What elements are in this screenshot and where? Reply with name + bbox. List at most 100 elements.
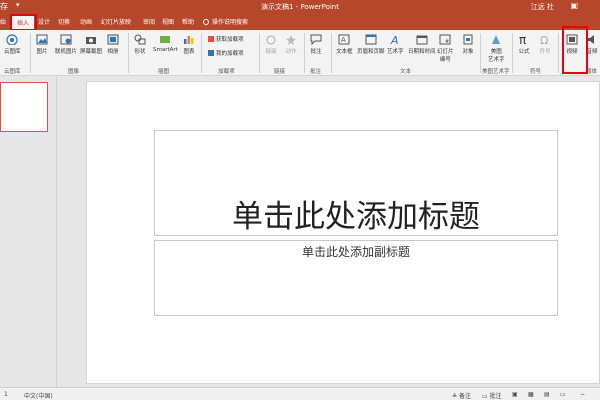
slide-counter: 1	[4, 391, 8, 398]
object-button[interactable]: 对象	[462, 34, 474, 55]
zoom-out-icon[interactable]: −	[580, 391, 585, 398]
wordart-icon: A	[390, 34, 399, 45]
slide-thumbnail[interactable]	[0, 82, 48, 132]
separator	[128, 33, 129, 73]
get-addins-button[interactable]: 获取加载项	[208, 35, 244, 43]
my-addins-label: 我的加载项	[216, 51, 244, 57]
slide-number-label-2: 编号	[439, 57, 451, 63]
status-bar: 1 中文(中国) ≙ 备注 ▭ 批注 ▣ ▦ ▤ ▭ −	[0, 387, 600, 400]
textbox-button[interactable]: A 文本框	[336, 34, 353, 55]
group-images: 图像	[68, 69, 80, 75]
tell-me-search[interactable]: 操作说明搜索	[203, 17, 248, 26]
ribbon-insert: 云图库 云图库 图片 联机图片 屏幕截图 相册 图像 形状 SmartArt 图…	[0, 30, 600, 76]
title-placeholder[interactable]: 单击此处添加标题	[154, 130, 558, 236]
notes-button[interactable]: ≙ 备注	[452, 391, 471, 400]
tab-transitions[interactable]: 切换	[58, 17, 70, 26]
group-addins: 加载项	[218, 69, 235, 75]
album-icon	[107, 34, 119, 45]
slide-number-icon: #	[439, 34, 451, 45]
object-icon	[463, 34, 473, 45]
group-cloud: 云图库	[4, 69, 21, 75]
link-button[interactable]: 链接	[265, 34, 277, 55]
omega-icon: Ω	[540, 34, 548, 45]
group-links: 链接	[274, 69, 286, 75]
tab-view[interactable]: 视图	[162, 17, 174, 26]
separator	[558, 33, 559, 73]
slide-editing-area: 单击此处添加标题 单击此处添加副标题	[58, 77, 600, 387]
wordart-label: 艺术字	[387, 49, 404, 55]
svg-text:#: #	[445, 39, 449, 45]
camera-icon	[86, 37, 96, 44]
comment-icon: ▭	[482, 393, 488, 400]
language-indicator[interactable]: 中文(中国)	[24, 391, 53, 400]
subtitle-placeholder[interactable]: 单击此处添加副标题	[154, 240, 558, 316]
smartart-button[interactable]: SmartArt	[153, 34, 178, 53]
album-button[interactable]: 相册	[107, 34, 119, 55]
art-text-label: 美图	[490, 49, 502, 55]
link-label: 链接	[265, 49, 277, 55]
ribbon-display-options-icon[interactable]: ▣	[570, 1, 578, 10]
comments-label: 批注	[489, 393, 502, 400]
lightbulb-icon	[203, 19, 209, 25]
tab-animations[interactable]: 动画	[80, 17, 92, 26]
picture-button[interactable]: 图片	[36, 34, 48, 55]
cloud-library-button[interactable]: 云图库	[4, 34, 21, 55]
separator	[304, 33, 305, 73]
tab-home[interactable]: 始	[0, 17, 6, 26]
shapes-label: 形状	[134, 49, 146, 55]
store-icon	[208, 36, 214, 42]
star-icon	[286, 35, 296, 45]
datetime-button[interactable]: 日期和时间	[408, 34, 436, 55]
smartart-label: SmartArt	[153, 47, 178, 53]
textbox-icon: A	[338, 34, 350, 45]
comment-icon	[310, 34, 322, 45]
powerpoint-window: 存 ▾ 演示文稿1 - PowerPoint 江远 杜 ▣ 始 插入 设计 切换…	[0, 0, 600, 400]
user-name[interactable]: 江远 杜	[531, 2, 554, 12]
datetime-label: 日期和时间	[408, 49, 436, 55]
chart-button[interactable]: 图表	[183, 34, 195, 55]
shapes-button[interactable]: 形状	[134, 34, 146, 55]
album-label: 相册	[107, 49, 119, 55]
screenshot-button[interactable]: 屏幕截图	[80, 34, 102, 55]
title-placeholder-text: 单击此处添加标题	[232, 199, 480, 235]
slide[interactable]: 单击此处添加标题 单击此处添加副标题	[86, 81, 600, 384]
get-addins-label: 获取加载项	[216, 37, 244, 43]
separator	[480, 33, 481, 73]
slideshow-icon[interactable]: ▭	[560, 391, 566, 398]
art-text-button[interactable]: 美图 艺术字	[488, 34, 505, 63]
comment-button[interactable]: 批注	[310, 34, 322, 55]
normal-view-icon[interactable]: ▣	[512, 391, 518, 398]
online-picture-icon	[60, 34, 72, 45]
tab-slideshow[interactable]: 幻灯片放映	[101, 17, 131, 26]
tab-help[interactable]: 帮助	[182, 17, 194, 26]
online-picture-button[interactable]: 联机图片	[55, 34, 77, 55]
cloud-library-label: 云图库	[4, 49, 21, 55]
tab-design[interactable]: 设计	[38, 17, 50, 26]
tab-review[interactable]: 审阅	[143, 17, 155, 26]
picture-label: 图片	[36, 49, 48, 55]
reading-view-icon[interactable]: ▤	[544, 391, 550, 398]
art-text-label-2: 艺术字	[488, 57, 505, 63]
separator	[259, 33, 260, 73]
chart-icon	[184, 36, 194, 44]
screenshot-label: 屏幕截图	[80, 49, 103, 55]
slide-sorter-icon[interactable]: ▦	[528, 391, 534, 398]
my-addins-button[interactable]: 我的加载项	[208, 49, 244, 57]
equation-button[interactable]: π 公式	[518, 34, 530, 55]
slide-number-button[interactable]: # 幻灯片 编号	[437, 34, 454, 63]
object-label: 对象	[462, 49, 474, 55]
header-footer-button[interactable]: 页眉和页脚	[357, 34, 385, 55]
picture-icon	[36, 34, 48, 45]
separator	[331, 33, 332, 73]
notes-icon: ≙	[452, 393, 458, 400]
svg-text:π: π	[519, 34, 526, 45]
comments-button[interactable]: ▭ 批注	[482, 391, 502, 400]
shapes-icon	[134, 34, 146, 45]
wordart-button[interactable]: A 艺术字	[387, 34, 404, 55]
chart-label: 图表	[183, 49, 195, 55]
pi-icon: π	[519, 34, 526, 45]
group-text: 文本	[400, 69, 412, 75]
symbol-button[interactable]: Ω 符号	[539, 34, 551, 55]
group-illustrations: 插图	[158, 69, 170, 75]
action-button[interactable]: 动作	[285, 34, 297, 55]
